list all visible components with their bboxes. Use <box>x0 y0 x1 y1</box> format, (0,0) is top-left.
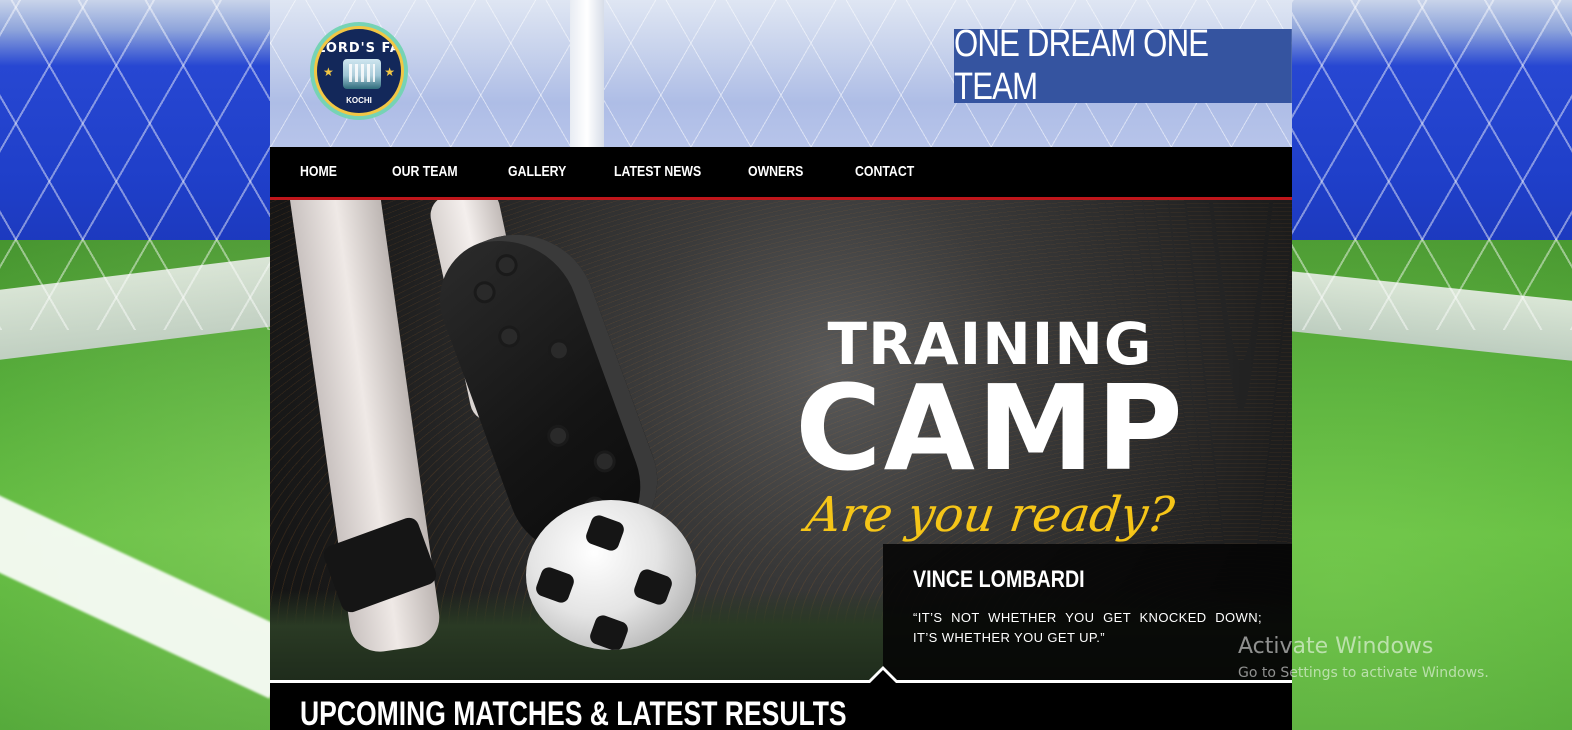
section-title: UPCOMING MATCHES & LATEST RESULTS <box>300 695 847 730</box>
header-goal-post <box>570 0 604 147</box>
boot-stud <box>474 282 495 303</box>
matches-section-header: UPCOMING MATCHES & LATEST RESULTS <box>270 666 1292 730</box>
boot-stud <box>547 425 569 447</box>
site-header: LORD'S FA ★ ★ KOCHI ONE DREAM ONE TEAM <box>270 0 1292 147</box>
ship-icon <box>343 59 381 89</box>
boot-stud <box>548 340 570 361</box>
promo-title-line2: CAMP <box>795 359 1185 497</box>
quote-text: “IT’S NOT WHETHER YOU GET KNOCKED DOWN; … <box>913 610 1262 645</box>
star-icon: ★ <box>323 65 334 79</box>
logo-emblem: LORD'S FA ★ ★ KOCHI <box>314 26 404 116</box>
quote-author: VINCE LOMBARDI <box>913 566 1085 593</box>
boot-stud <box>594 451 615 472</box>
boot-stud <box>498 326 520 347</box>
hero-soccer-ball <box>526 500 696 650</box>
section-notch-indicator <box>866 666 900 683</box>
main-nav: HOME OUR TEAM GALLERY LATEST NEWS OWNERS… <box>270 147 1292 200</box>
quote-box: VINCE LOMBARDI “IT’S NOT WHETHER YOU GET… <box>883 544 1292 680</box>
logo-bottom-text: KOCHI <box>346 96 372 105</box>
hero-slider[interactable]: TRAINING CAMP Are you ready? VINCE LOMBA… <box>270 200 1292 680</box>
ball-patch <box>631 567 675 607</box>
site-tagline: ONE DREAM ONE TEAM <box>954 23 1292 108</box>
ball-patch <box>583 513 627 553</box>
nav-item-contact[interactable]: CONTACT <box>855 163 914 180</box>
nav-item-owners[interactable]: OWNERS <box>748 163 803 180</box>
boot-stud <box>496 254 517 276</box>
nav-item-home[interactable]: HOME <box>300 163 337 180</box>
ball-patch <box>587 613 631 650</box>
ball-patch <box>533 565 577 605</box>
logo-top-text: LORD'S FA <box>317 41 401 56</box>
star-icon: ★ <box>384 65 395 79</box>
nav-item-latest-news[interactable]: LATEST NEWS <box>614 163 701 180</box>
hero-promo: TRAINING CAMP Are you ready? <box>790 315 1190 543</box>
promo-slogan: Are you ready? <box>802 487 1178 543</box>
page-container: LORD'S FA ★ ★ KOCHI ONE DREAM ONE TEAM H… <box>270 0 1292 730</box>
nav-item-gallery[interactable]: GALLERY <box>508 163 566 180</box>
nav-item-our-team[interactable]: OUR TEAM <box>392 163 458 180</box>
site-logo[interactable]: LORD'S FA ★ ★ KOCHI <box>310 22 408 120</box>
